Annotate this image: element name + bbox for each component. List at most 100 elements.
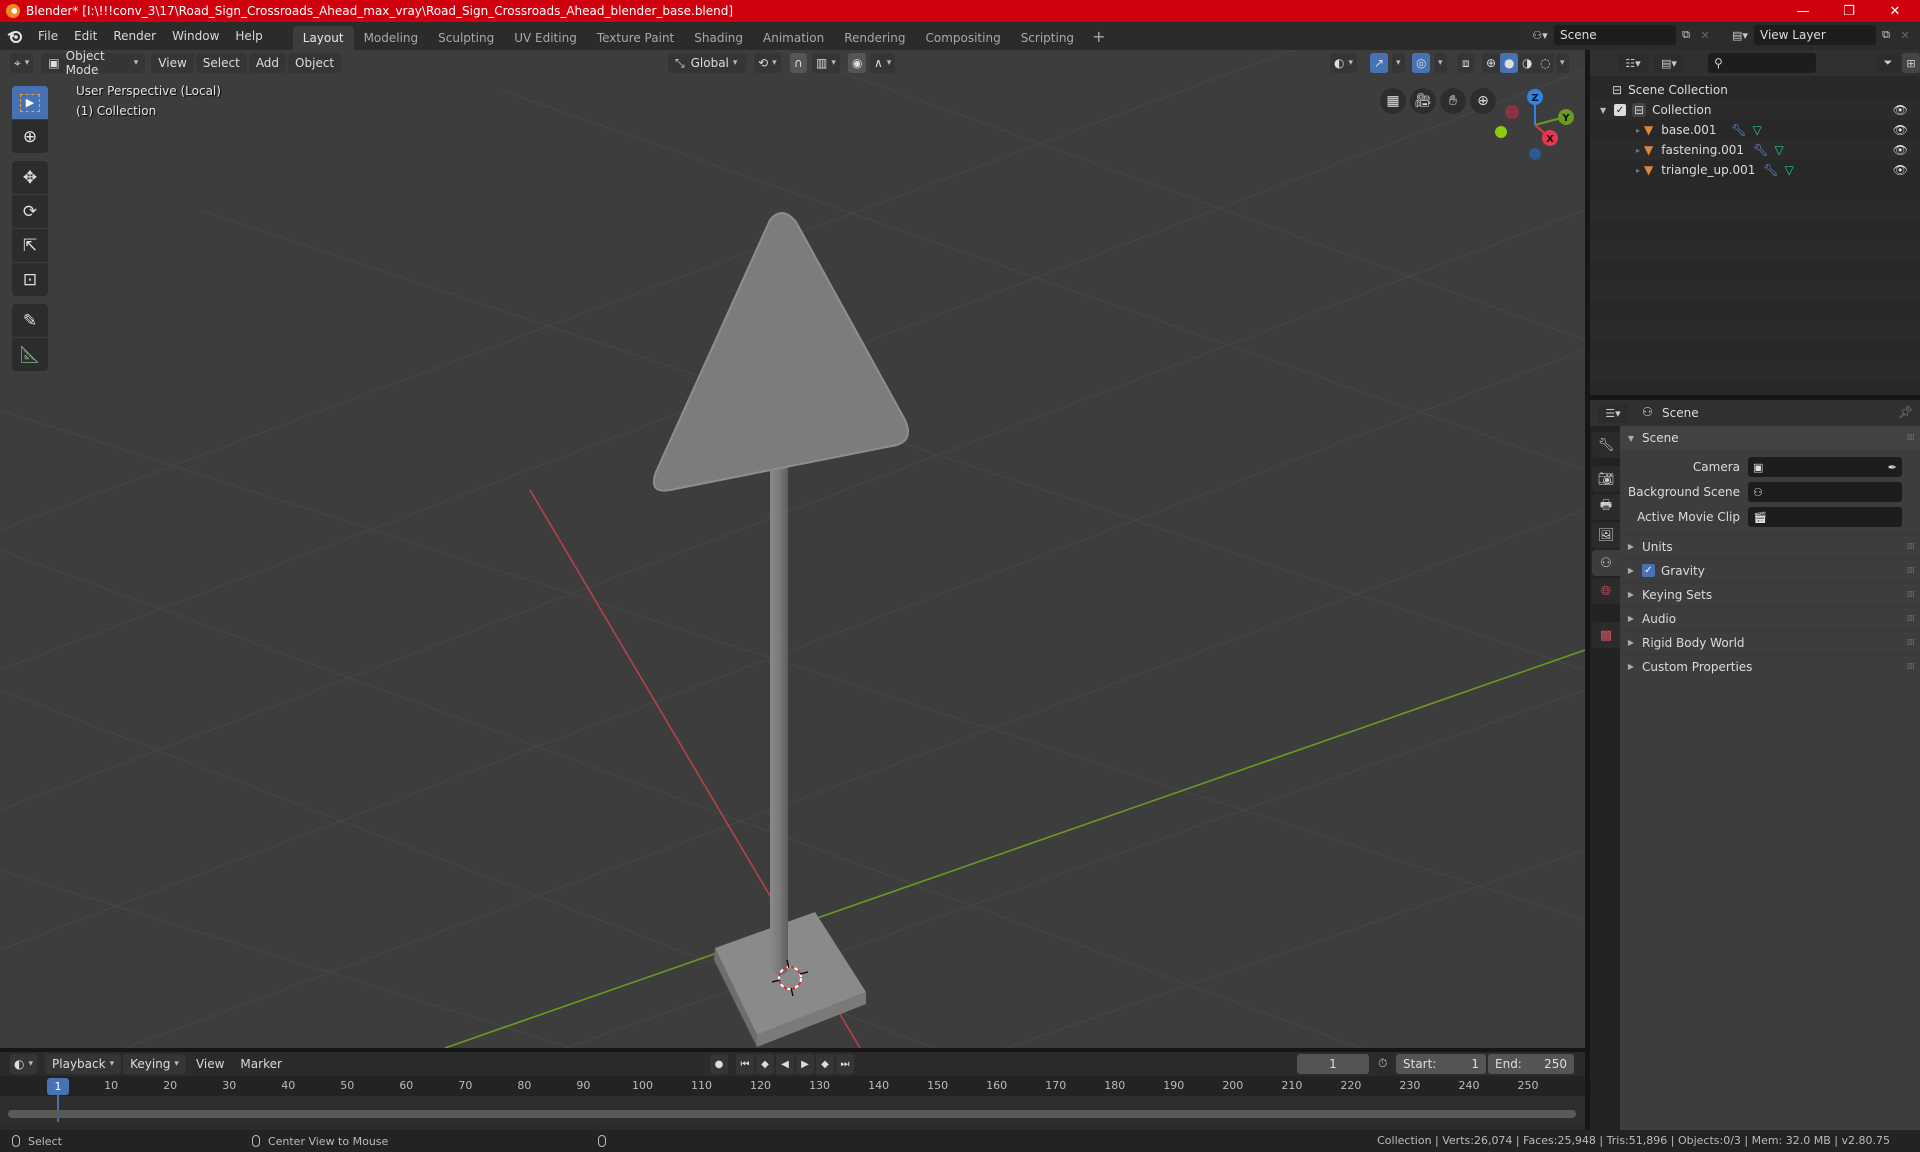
annotate-tool[interactable]: ✎ — [12, 304, 48, 337]
eye-icon[interactable]: 👁︎ — [1893, 103, 1908, 117]
toggle-perspective-button[interactable]: ▦ — [1380, 88, 1406, 114]
scale-tool[interactable]: ⇱ — [12, 229, 48, 262]
tab-sculpting[interactable]: Sculpting — [428, 26, 505, 50]
snap-toggle[interactable]: ∩ — [790, 53, 807, 73]
pan-view-button[interactable]: ✋︎ — [1440, 88, 1466, 114]
tab-layout[interactable]: Layout — [292, 26, 354, 50]
tab-scripting[interactable]: Scripting — [1010, 26, 1085, 50]
menu-select[interactable]: Select — [195, 53, 247, 73]
drag-grip-icon[interactable]: ⁞⁞⁞⁞ — [1907, 638, 1916, 648]
triangle-up-object[interactable] — [652, 212, 909, 492]
scene-type-icon[interactable]: ⚇▾ — [1526, 25, 1554, 45]
expand-triangle-icon[interactable]: ▼ — [1600, 106, 1614, 115]
tab-texture[interactable]: ▩ — [1592, 622, 1620, 648]
playback-menu[interactable]: Playback ▾ — [45, 1054, 122, 1074]
custom-properties-panel-header[interactable]: ▶ Custom Properties ⁞⁞⁞⁞ — [1620, 654, 1920, 678]
next-keyframe-button[interactable]: ◆ — [816, 1054, 834, 1074]
end-frame-field[interactable]: End: 250 — [1488, 1054, 1574, 1074]
play-reverse-button[interactable]: ◀ — [776, 1054, 794, 1074]
shading-wireframe[interactable]: ⊕ — [1482, 53, 1501, 73]
neg-z-axis-ball[interactable] — [1529, 148, 1541, 160]
stopwatch-icon[interactable]: ⏱ — [1378, 1056, 1387, 1071]
outliner-search-input[interactable]: ⚲ — [1708, 53, 1816, 73]
record-button[interactable]: ● — [710, 1054, 728, 1074]
neg-x-axis-ball[interactable] — [1505, 105, 1519, 119]
timeline-view-menu[interactable]: View — [188, 1054, 232, 1074]
visibility-dropdown[interactable]: ◐ ▾ — [1330, 53, 1358, 73]
timeline-ruler[interactable]: 1 10 20 30 40 50 60 70 80 90 100 110 120 130 140 150 16… — [0, 1076, 1585, 1122]
start-frame-field[interactable]: Start: 1 — [1396, 1054, 1486, 1074]
audio-panel-header[interactable]: ▶ Audio ⁞⁞⁞⁞ — [1620, 606, 1920, 630]
rigid-body-world-panel-header[interactable]: ▶ Rigid Body World ⁞⁞⁞⁞ — [1620, 630, 1920, 654]
proportional-editing-toggle[interactable]: ◉ — [848, 53, 867, 73]
fastening-object[interactable] — [770, 430, 788, 975]
shading-material[interactable]: ◑ — [1518, 53, 1537, 73]
tab-rendering[interactable]: Rendering — [834, 26, 916, 50]
outliner-editor-type-button[interactable]: ☷▾ — [1618, 53, 1648, 73]
mode-selector[interactable]: ▣ Object Mode ▾ — [41, 50, 146, 77]
modifier-wrench-icon[interactable]: 🔧︎ — [1753, 143, 1768, 157]
gravity-panel-header[interactable]: ▶ ✓ Gravity ⁞⁞⁞⁞ — [1620, 558, 1920, 582]
drag-grip-icon[interactable]: ⁞⁞⁞⁞ — [1907, 614, 1916, 624]
drag-grip-icon[interactable]: ⁞⁞⁞⁞ — [1907, 590, 1916, 600]
mesh-data-icon[interactable]: ▽ — [1774, 143, 1783, 157]
menu-edit[interactable]: Edit — [66, 22, 105, 50]
active-movie-clip-field[interactable]: 🎬︎ — [1748, 507, 1902, 527]
shading-solid[interactable]: ● — [1500, 53, 1519, 73]
keying-menu[interactable]: Keying ▾ — [123, 1054, 186, 1074]
pin-icon[interactable]: 📌︎ — [1898, 405, 1913, 419]
eye-icon[interactable]: 👁︎ — [1893, 123, 1908, 137]
scene-collection-row[interactable]: ⊟ Scene Collection — [1590, 80, 1920, 100]
add-workspace-button[interactable]: + — [1084, 27, 1113, 46]
jump-start-button[interactable]: ⏮ — [736, 1054, 754, 1074]
units-panel-header[interactable]: ▶ Units ⁞⁞⁞⁞ — [1620, 534, 1920, 558]
tab-texture-paint[interactable]: Texture Paint — [586, 26, 685, 50]
gizmo-toggle[interactable]: ↗ — [1370, 53, 1389, 73]
play-button[interactable]: ▶ — [796, 1054, 814, 1074]
editor-type-button[interactable]: ⌖ ▾ — [10, 53, 34, 73]
display-mode-dropdown[interactable]: ▤▾ — [1654, 53, 1684, 73]
minimize-button[interactable]: — — [1780, 0, 1826, 22]
new-collection-button[interactable]: ⊞ — [1902, 53, 1920, 73]
shading-dropdown[interactable]: ▾ — [1556, 53, 1569, 73]
gizmo-dropdown[interactable]: ▾ — [1392, 53, 1405, 73]
marker-menu[interactable]: Marker — [232, 1054, 289, 1074]
tab-shading[interactable]: Shading — [684, 26, 753, 50]
keying-sets-panel-header[interactable]: ▶ Keying Sets ⁞⁞⁞⁞ — [1620, 582, 1920, 606]
eye-icon[interactable]: 👁︎ — [1893, 143, 1908, 157]
current-frame-field[interactable]: 1 — [1297, 1054, 1369, 1074]
delete-view-layer-icon[interactable]: ✕ — [1896, 25, 1914, 45]
menu-help[interactable]: Help — [227, 22, 270, 50]
new-view-layer-icon[interactable]: ⧉ — [1876, 25, 1896, 45]
collection-checkbox[interactable]: ✓ — [1614, 104, 1626, 116]
scene-panel-header[interactable]: ▼ Scene ⁞⁞⁞⁞ — [1620, 426, 1920, 450]
mesh-data-icon[interactable]: ▽ — [1784, 163, 1793, 177]
prev-keyframe-button[interactable]: ◆ — [756, 1054, 774, 1074]
view-layer-name-field[interactable]: View Layer — [1754, 25, 1876, 45]
gravity-checkbox[interactable]: ✓ — [1642, 564, 1655, 577]
close-button[interactable]: ✕ — [1872, 0, 1918, 22]
overlays-dropdown[interactable]: ▾ — [1434, 53, 1447, 73]
move-tool[interactable]: ✥ — [12, 161, 48, 194]
xray-toggle[interactable]: ⧈ — [1458, 53, 1474, 73]
snap-target-dropdown[interactable]: ▥ ▾ — [812, 53, 840, 73]
tab-tool[interactable]: 🔧︎ — [1592, 432, 1620, 458]
scene-name-field[interactable]: Scene — [1554, 25, 1676, 45]
outliner-object-row[interactable]: ▸ ▼ triangle_up.001 🔧︎ ▽ 👁︎ — [1590, 160, 1920, 180]
transform-orientation-dropdown[interactable]: ⤡ Global ▾ — [668, 53, 746, 73]
rotate-tool[interactable]: ⟳ — [12, 195, 48, 228]
timeline-track-area[interactable] — [0, 1092, 1585, 1122]
delete-scene-icon[interactable]: ✕ — [1696, 25, 1714, 45]
transform-tool[interactable]: ⊡ — [12, 263, 48, 296]
modifier-wrench-icon[interactable]: 🔧︎ — [1731, 123, 1746, 137]
pivot-point-dropdown[interactable]: ⟲ ▾ — [754, 53, 781, 73]
tab-modeling[interactable]: Modeling — [353, 26, 429, 50]
measure-tool[interactable]: 📐︎ — [12, 338, 48, 371]
menu-window[interactable]: Window — [164, 22, 227, 50]
camera-field[interactable]: ▣ ✒ — [1748, 457, 1902, 477]
eyedropper-icon[interactable]: ✒ — [1888, 461, 1897, 474]
neg-y-axis-ball[interactable] — [1495, 126, 1507, 138]
view-layer-type-icon[interactable]: ▤▾ — [1726, 25, 1754, 45]
base-object[interactable] — [714, 912, 866, 1047]
new-scene-icon[interactable]: ⧉ — [1676, 25, 1696, 45]
